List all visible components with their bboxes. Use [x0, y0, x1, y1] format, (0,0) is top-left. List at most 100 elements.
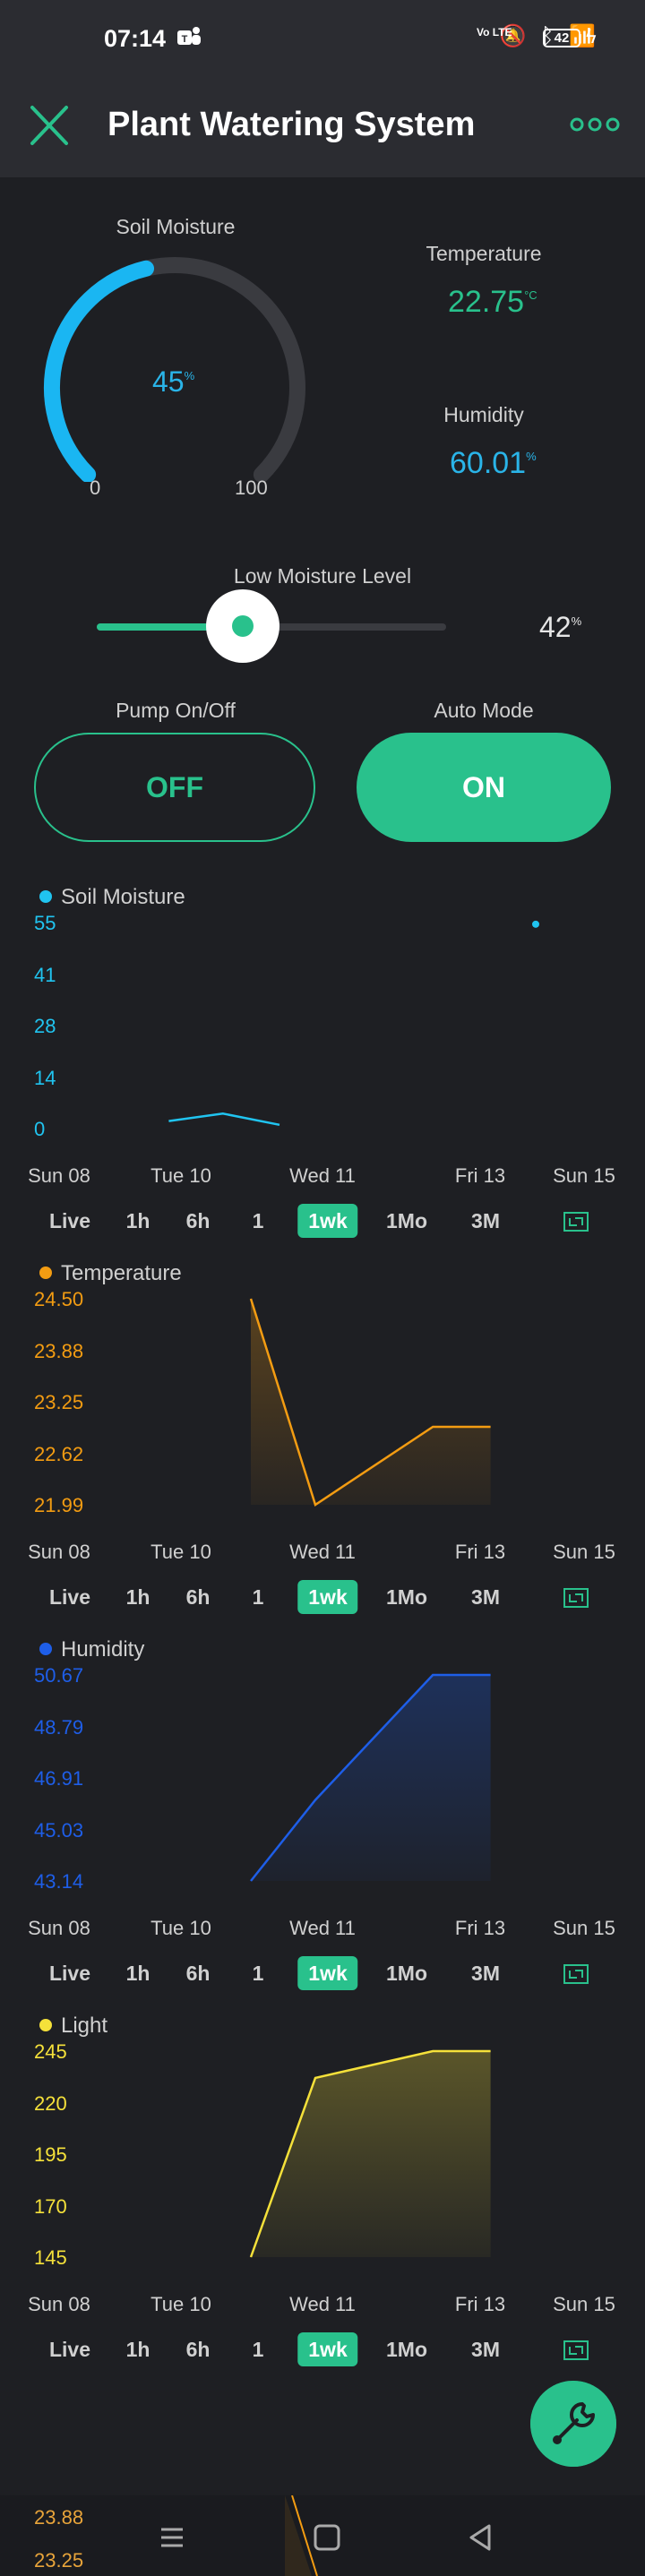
- period-6h[interactable]: 6h: [176, 1204, 221, 1238]
- legend-dot: [39, 2018, 52, 2031]
- home-icon[interactable]: [308, 2522, 344, 2553]
- legend-dot: [39, 889, 52, 903]
- period-selector: Live 1h 6h 1 1wk 1Mo 3M: [0, 1580, 645, 1619]
- period-1mo[interactable]: 1Mo: [375, 2332, 438, 2366]
- humidity-label: Humidity: [443, 403, 524, 426]
- period-1[interactable]: 1: [242, 1580, 275, 1614]
- x-tick-label: Wed 11: [289, 1541, 356, 1563]
- period-1mo[interactable]: 1Mo: [375, 1956, 438, 1990]
- page-title: Plant Watering System: [108, 106, 476, 143]
- area-fill: [251, 1675, 491, 1881]
- soil-moisture-value: 45%: [152, 365, 195, 398]
- back-icon[interactable]: [462, 2522, 498, 2553]
- chart-title: Soil Moisture: [39, 885, 185, 910]
- period-6h[interactable]: 6h: [176, 1956, 221, 1990]
- chart-title-text: Soil Moisture: [61, 885, 185, 909]
- chart-plot: [250, 1673, 491, 1882]
- period-3m[interactable]: 3M: [460, 1204, 511, 1238]
- wrench-fab-button[interactable]: [530, 2381, 616, 2467]
- x-tick-label: Tue 10: [150, 2293, 211, 2315]
- chart-title: Humidity: [39, 1637, 144, 1662]
- period-1h[interactable]: 1h: [116, 1580, 161, 1614]
- period-live[interactable]: Live: [39, 1956, 101, 1990]
- x-tick-label: Sun 08: [28, 1164, 90, 1187]
- chart-title: Light: [39, 2014, 108, 2039]
- x-tick-label: Fri 13: [454, 1917, 506, 1939]
- app-bar: Plant Watering System: [0, 79, 645, 177]
- peek-tick-1: 23.88: [34, 2506, 84, 2529]
- close-icon[interactable]: [27, 100, 72, 150]
- legend-dot: [39, 1642, 52, 1655]
- x-tick-label: Wed 11: [289, 1164, 356, 1187]
- pump-toggle-button[interactable]: OFF: [34, 733, 315, 842]
- x-tick-label: Sun 08: [28, 1541, 90, 1563]
- network-label: Vo LTE: [477, 26, 512, 39]
- gauge-min-label: 0: [90, 477, 101, 499]
- gauge-max-label: 100: [235, 477, 268, 499]
- period-1h[interactable]: 1h: [116, 1956, 161, 1990]
- period-1wk[interactable]: 1wk: [297, 1956, 358, 1990]
- expand-icon[interactable]: [563, 1587, 589, 1609]
- period-1wk[interactable]: 1wk: [297, 1580, 358, 1614]
- svg-text:T: T: [182, 34, 188, 45]
- x-tick-label: Fri 13: [454, 1541, 506, 1563]
- data-point: [532, 920, 539, 928]
- x-tick-label: Wed 11: [289, 2293, 356, 2315]
- temperature-value: 22.75°C: [448, 285, 538, 319]
- status-bar: 07:14 T 🔕 ᛒ 📶 Vo LTE 42 ϟ: [0, 0, 645, 79]
- pump-label: Pump On/Off: [116, 699, 236, 722]
- slider-thumb[interactable]: [206, 589, 280, 663]
- period-1[interactable]: 1: [242, 2332, 275, 2366]
- auto-mode-toggle-button[interactable]: ON: [357, 733, 611, 842]
- period-live[interactable]: Live: [39, 1580, 101, 1614]
- period-1[interactable]: 1: [242, 1956, 275, 1990]
- x-tick-label: Tue 10: [150, 1164, 211, 1187]
- peek-tick-2: 23.25: [34, 2549, 84, 2572]
- period-live[interactable]: Live: [39, 2332, 101, 2366]
- period-3m[interactable]: 3M: [460, 1956, 511, 1990]
- slider-thumb-dot: [232, 615, 254, 637]
- period-1h[interactable]: 1h: [116, 1204, 161, 1238]
- period-selector: Live 1h 6h 1 1wk 1Mo 3M: [0, 1956, 645, 1996]
- chart-title-text: Light: [61, 2014, 108, 2038]
- chart-plot: [249, 1298, 491, 1507]
- x-tick-label: Sun 08: [28, 1917, 90, 1939]
- humidity-value: 60.01%: [450, 446, 537, 480]
- expand-icon[interactable]: [563, 2340, 589, 2361]
- period-6h[interactable]: 6h: [176, 1580, 221, 1614]
- chart-title: Temperature: [39, 1261, 182, 1286]
- nav-bar: 23.88 23.25: [0, 2495, 645, 2576]
- more-options-icon[interactable]: [570, 113, 620, 136]
- temperature-label: Temperature: [426, 242, 542, 265]
- low-moisture-value: 42%: [539, 611, 582, 643]
- chart-plot: [249, 2049, 491, 2258]
- period-live[interactable]: Live: [39, 1204, 101, 1238]
- period-1mo[interactable]: 1Mo: [375, 1204, 438, 1238]
- period-1h[interactable]: 1h: [116, 2332, 161, 2366]
- soil-moisture-label: Soil Moisture: [116, 215, 236, 238]
- x-tick-label: Sun 08: [28, 2293, 90, 2315]
- teams-icon: T: [177, 27, 201, 45]
- period-1mo[interactable]: 1Mo: [375, 1580, 438, 1614]
- chart-title-text: Humidity: [61, 1637, 145, 1662]
- status-time: 07:14: [104, 25, 167, 52]
- period-1wk[interactable]: 1wk: [297, 1204, 358, 1238]
- period-1[interactable]: 1: [242, 1204, 275, 1238]
- legend-dot: [39, 1266, 52, 1279]
- x-tick-label: Sun 15: [553, 1917, 615, 1939]
- area-fill: [251, 1299, 491, 1505]
- battery-icon: 42: [543, 29, 580, 47]
- x-tick-label: Tue 10: [150, 1917, 211, 1939]
- x-tick-label: Sun 15: [553, 1541, 615, 1563]
- period-selector: Live 1h 6h 1 1wk 1Mo 3M: [0, 2332, 645, 2372]
- period-6h[interactable]: 6h: [176, 2332, 221, 2366]
- period-3m[interactable]: 3M: [460, 1580, 511, 1614]
- expand-icon[interactable]: [563, 1211, 589, 1232]
- x-tick-label: Wed 11: [289, 1917, 356, 1939]
- x-tick-label: Fri 13: [454, 1164, 506, 1187]
- recents-icon[interactable]: [154, 2522, 190, 2553]
- period-1wk[interactable]: 1wk: [297, 2332, 358, 2366]
- charging-icon: ϟ: [586, 25, 597, 47]
- expand-icon[interactable]: [563, 1963, 589, 1985]
- period-3m[interactable]: 3M: [460, 2332, 511, 2366]
